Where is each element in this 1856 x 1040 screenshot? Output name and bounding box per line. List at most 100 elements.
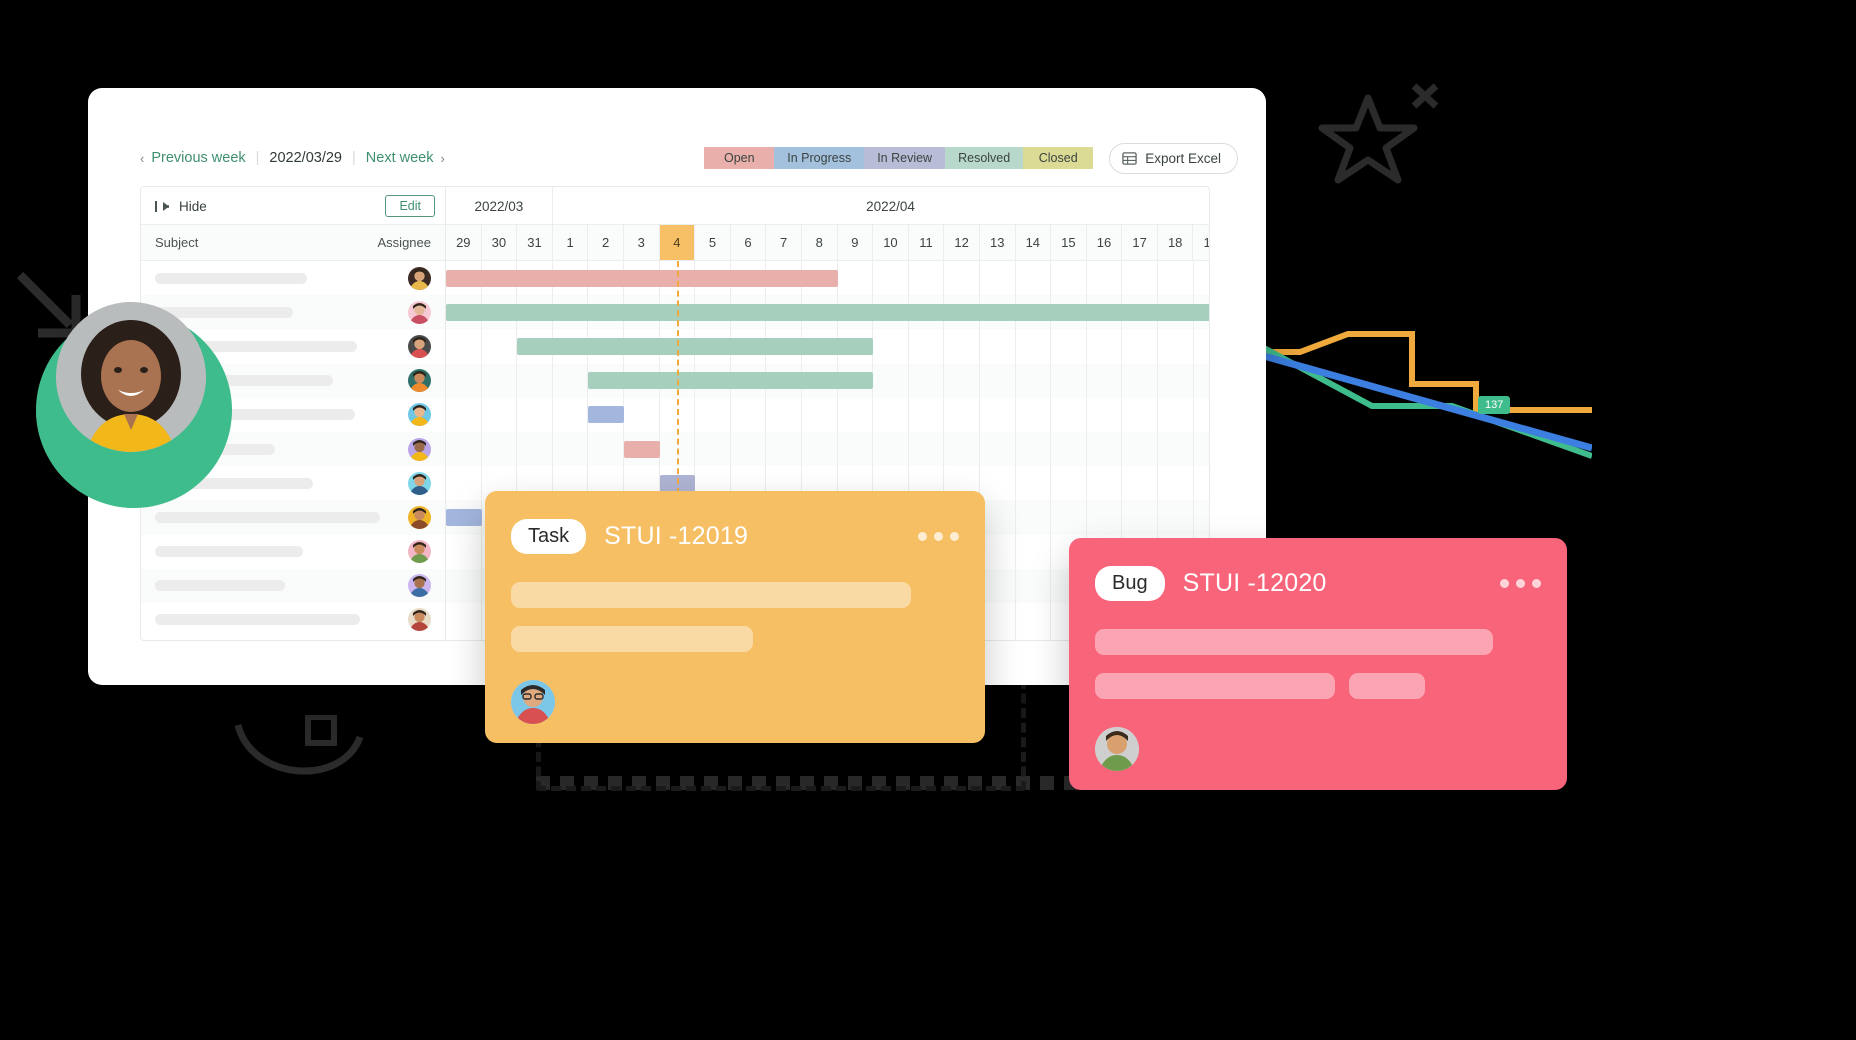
legend-chip-in-review[interactable]: In Review — [864, 147, 946, 169]
assignee-avatar[interactable] — [408, 403, 431, 427]
assignee-avatar[interactable] — [408, 505, 431, 529]
nav-divider-1: | — [255, 150, 260, 166]
day-cell[interactable]: 5 — [695, 225, 731, 260]
gantt-day-axis: 29303112345678910111213141516171819 — [446, 225, 1209, 261]
day-cell[interactable]: 2 — [588, 225, 624, 260]
day-cell[interactable]: 10 — [873, 225, 909, 260]
legend-chip-in-progress[interactable]: In Progress — [774, 147, 865, 169]
collapse-left-icon — [155, 200, 169, 212]
bug-placeholder-row — [1069, 673, 1567, 699]
task-list-row[interactable] — [141, 500, 445, 535]
status-legend: Open In Progress In Review Resolved Closed — [704, 147, 1094, 169]
column-header-subject: Subject — [155, 235, 199, 250]
prev-week-chevron-icon[interactable]: ‹ — [140, 151, 144, 166]
gantt-left-header: Hide Edit — [141, 187, 446, 224]
bug-placeholder-bar-3 — [1349, 673, 1425, 699]
day-cell[interactable]: 7 — [766, 225, 802, 260]
task-placeholder-bar-1 — [511, 582, 911, 608]
decor-smile-curve — [234, 715, 364, 775]
assignee-avatar[interactable] — [408, 437, 431, 461]
day-row: 29303112345678910111213141516171819 — [446, 225, 1209, 261]
task-detail-card[interactable]: Task STUI -12019 — [485, 491, 985, 743]
day-cell[interactable]: 14 — [1016, 225, 1052, 260]
task-list-row[interactable] — [141, 603, 445, 637]
task-list-row[interactable] — [141, 261, 445, 295]
day-cell-today[interactable]: 4 — [659, 225, 696, 260]
day-cell[interactable]: 17 — [1122, 225, 1158, 260]
hide-toggle[interactable]: Hide Edit — [141, 187, 445, 225]
assignee-avatar[interactable] — [408, 608, 431, 632]
day-cell[interactable]: 19 — [1193, 225, 1209, 260]
day-cell[interactable]: 9 — [838, 225, 874, 260]
task-subject-placeholder — [155, 580, 285, 592]
gantt-bar[interactable] — [588, 372, 874, 390]
task-card-header: Task STUI -12019 — [485, 491, 985, 554]
day-cell[interactable]: 30 — [482, 225, 518, 260]
gantt-header-row: Hide Edit 2022/03 2022/04 — [141, 187, 1209, 225]
gantt-bar[interactable] — [446, 269, 838, 287]
gantt-bar[interactable] — [446, 509, 482, 526]
gantt-bar[interactable] — [624, 440, 660, 458]
export-excel-button[interactable]: Export Excel — [1109, 142, 1238, 174]
decor-chart-badge: 137 — [1478, 396, 1511, 414]
day-cell[interactable]: 12 — [944, 225, 980, 260]
assignee-avatar[interactable] — [408, 574, 431, 598]
day-cell[interactable]: 29 — [446, 225, 482, 260]
prev-week-link[interactable]: Previous week — [151, 150, 245, 166]
assignee-avatar[interactable] — [408, 334, 431, 358]
task-subject-placeholder — [155, 511, 380, 523]
toolbar: ‹ Previous week | 2022/03/29 | Next week… — [88, 136, 1266, 180]
decor-line-chart — [1262, 331, 1592, 459]
gantt-bar[interactable] — [446, 303, 1209, 321]
toolbar-actions: Open In Progress In Review Resolved Closed E… — [704, 142, 1238, 174]
assignee-avatar[interactable] — [408, 369, 431, 393]
week-navigation: ‹ Previous week | 2022/03/29 | Next week… — [140, 150, 445, 166]
bug-detail-card[interactable]: Bug STUI -12020 — [1069, 538, 1567, 790]
day-cell[interactable]: 31 — [517, 225, 553, 260]
gantt-bar[interactable] — [517, 338, 874, 355]
day-cell[interactable]: 6 — [731, 225, 767, 260]
day-cell[interactable]: 11 — [909, 225, 945, 260]
more-dots-icon[interactable] — [1500, 579, 1541, 588]
next-week-link[interactable]: Next week — [366, 150, 434, 166]
task-list-row[interactable] — [141, 295, 445, 330]
hide-label: Hide — [179, 198, 207, 214]
assignee-avatar[interactable] — [408, 300, 431, 324]
task-subject-placeholder — [155, 272, 307, 284]
column-headers: Subject Assignee — [141, 225, 445, 261]
bug-card-id: STUI -12020 — [1182, 569, 1327, 597]
task-list-row[interactable] — [141, 535, 445, 569]
gantt-bar[interactable] — [588, 406, 624, 424]
month-label: 2022/03 — [446, 187, 553, 224]
task-list-row[interactable] — [141, 568, 445, 603]
task-card-id: STUI -12019 — [604, 522, 749, 550]
day-cell[interactable]: 3 — [624, 225, 660, 260]
task-assignee-avatar[interactable] — [511, 680, 555, 724]
day-cell[interactable]: 1 — [553, 225, 589, 260]
table-grid-icon — [1122, 151, 1137, 165]
next-week-chevron-icon[interactable]: › — [440, 151, 444, 166]
day-cell[interactable]: 8 — [802, 225, 838, 260]
column-header-assignee: Assignee — [377, 235, 431, 250]
assignee-avatar[interactable] — [408, 266, 431, 290]
assignee-avatar[interactable] — [408, 471, 431, 495]
day-cell[interactable]: 16 — [1087, 225, 1123, 260]
task-subject-placeholder — [155, 614, 360, 626]
task-type-badge: Task — [511, 519, 587, 554]
legend-chip-resolved[interactable]: Resolved — [945, 147, 1024, 169]
legend-chip-closed[interactable]: Closed — [1023, 147, 1094, 169]
bug-assignee-avatar[interactable] — [1095, 727, 1139, 771]
bug-placeholder-bar-1 — [1095, 629, 1493, 655]
day-cell[interactable]: 18 — [1158, 225, 1194, 260]
bug-card-header: Bug STUI -12020 — [1069, 538, 1567, 601]
day-cell[interactable]: 13 — [980, 225, 1016, 260]
assignee-avatar[interactable] — [408, 540, 431, 564]
gantt-right-header: 2022/03 2022/04 — [446, 187, 1209, 224]
edit-button[interactable]: Edit — [385, 195, 435, 217]
current-week-date: 2022/03/29 — [269, 150, 342, 166]
legend-chip-open[interactable]: Open — [704, 147, 775, 169]
more-dots-icon[interactable] — [918, 532, 959, 541]
day-cell[interactable]: 15 — [1051, 225, 1087, 260]
gantt-left-columns: Subject Assignee — [141, 225, 446, 261]
decor-star-burst — [1318, 83, 1439, 184]
